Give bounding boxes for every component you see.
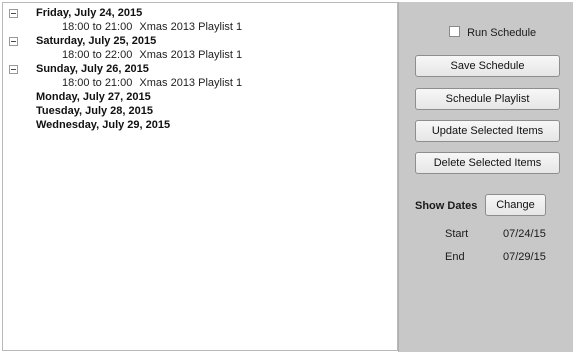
start-date-value: 07/24/15 [503, 228, 546, 240]
show-dates-label: Show Dates [415, 200, 478, 212]
update-selected-items-button[interactable]: Update Selected Items [415, 120, 560, 142]
end-date-value: 07/29/15 [503, 251, 546, 263]
day-label[interactable]: Wednesday, July 29, 2015 [36, 118, 170, 132]
entry-playlist: Xmas 2013 Playlist 1 [139, 49, 243, 61]
schedule-playlist-button[interactable]: Schedule Playlist [415, 88, 560, 110]
collapse-toggle-icon[interactable] [9, 37, 18, 46]
collapse-toggle-icon[interactable] [9, 65, 18, 74]
entry-playlist: Xmas 2013 Playlist 1 [139, 21, 243, 33]
entry-time: 18:00 to 22:00 [62, 49, 133, 61]
schedule-entry[interactable]: 18:00 to 21:00 Xmas 2013 Playlist 1 [62, 76, 242, 90]
end-label: End [445, 251, 465, 263]
schedule-entry[interactable]: 18:00 to 22:00 Xmas 2013 Playlist 1 [62, 48, 242, 62]
day-label[interactable]: Tuesday, July 28, 2015 [36, 104, 153, 118]
change-dates-button[interactable]: Change [485, 194, 546, 216]
control-panel: Run Schedule Save Schedule Schedule Play… [398, 2, 573, 352]
delete-selected-items-button[interactable]: Delete Selected Items [415, 152, 560, 174]
day-label[interactable]: Sunday, July 26, 2015 [36, 62, 149, 76]
collapse-toggle-icon[interactable] [9, 9, 18, 18]
schedule-window: Friday, July 24, 2015 18:00 to 21:00 Xma… [0, 0, 575, 354]
run-schedule-checkbox-row[interactable]: Run Schedule [449, 26, 536, 40]
day-label[interactable]: Saturday, July 25, 2015 [36, 34, 156, 48]
schedule-tree[interactable]: Friday, July 24, 2015 18:00 to 21:00 Xma… [2, 2, 398, 351]
schedule-entry[interactable]: 18:00 to 21:00 Xmas 2013 Playlist 1 [62, 20, 242, 34]
start-label: Start [445, 228, 469, 240]
run-schedule-label[interactable]: Run Schedule [467, 27, 536, 39]
day-label[interactable]: Monday, July 27, 2015 [36, 90, 151, 104]
run-schedule-checkbox[interactable] [449, 26, 460, 37]
entry-time: 18:00 to 21:00 [62, 77, 133, 89]
entry-playlist: Xmas 2013 Playlist 1 [139, 77, 243, 89]
day-label[interactable]: Friday, July 24, 2015 [36, 6, 142, 20]
entry-time: 18:00 to 21:00 [62, 21, 133, 33]
save-schedule-button[interactable]: Save Schedule [415, 55, 560, 77]
